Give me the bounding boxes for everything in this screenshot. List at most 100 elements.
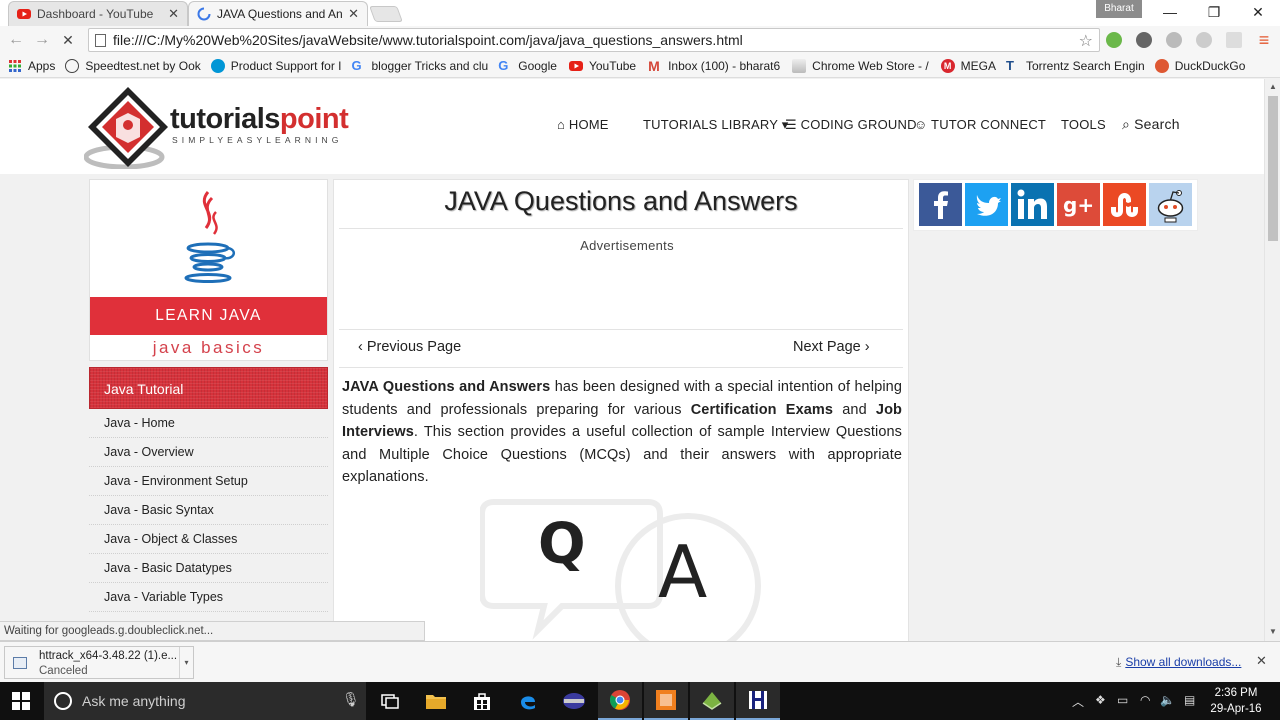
chrome-menu-icon[interactable]: ≡ xyxy=(1254,30,1274,50)
bookmark-label: Google xyxy=(518,58,557,73)
bookmark-speedtest[interactable]: Speedtest.net by Ook xyxy=(65,58,201,73)
green-app-icon[interactable] xyxy=(690,682,734,720)
java-banner[interactable]: LEARN JAVA PROGRAMMING java basics xyxy=(89,179,328,362)
sidebar-item-java-overview[interactable]: Java - Overview xyxy=(89,438,328,467)
bookmark-duckduckgo[interactable]: DuckDuckGo xyxy=(1154,58,1246,73)
google-g-icon: G xyxy=(498,57,509,73)
site-logo-text[interactable]: tutorialspoint xyxy=(170,103,349,136)
task-view-icon[interactable] xyxy=(368,682,412,720)
stumbleupon-icon[interactable] xyxy=(1103,183,1146,226)
bookmark-apps[interactable]: Apps xyxy=(8,59,55,73)
action-center-icon[interactable]: ▤ xyxy=(1184,693,1195,707)
taskbar-clock[interactable]: 2:36 PM 29-Apr-16 xyxy=(1204,685,1268,717)
facebook-icon[interactable] xyxy=(919,183,962,226)
nav-tutor-connect[interactable]: ☺ TUTOR CONNECT xyxy=(914,117,1046,132)
google-plus-icon[interactable]: g+ xyxy=(1057,183,1100,226)
bookmark-youtube[interactable]: YouTube xyxy=(568,58,637,73)
sidebar-item-basic-syntax[interactable]: Java - Basic Syntax xyxy=(89,496,328,525)
reddit-icon[interactable] xyxy=(1149,183,1192,226)
previous-page-link[interactable]: ‹ Previous Page xyxy=(358,339,461,355)
scroll-down-arrow-icon[interactable]: ▼ xyxy=(1269,627,1277,636)
extension-icon[interactable] xyxy=(1226,32,1242,48)
close-shelf-icon[interactable]: ✕ xyxy=(1256,653,1267,669)
close-window-button[interactable]: ✕ xyxy=(1236,0,1280,24)
twitter-icon[interactable] xyxy=(965,183,1008,226)
bookmark-star-icon[interactable]: ☆ xyxy=(1079,31,1093,51)
bookmark-chrome-store[interactable]: Chrome Web Store - / xyxy=(792,58,929,73)
dark-app-icon[interactable] xyxy=(736,682,780,720)
mega-icon: M xyxy=(940,58,955,73)
sidebar-item-object-classes[interactable]: Java - Object & Classes xyxy=(89,525,328,554)
sidebar-item-java-home[interactable]: Java - Home xyxy=(89,409,328,438)
volume-icon[interactable]: 🔈 xyxy=(1160,693,1175,707)
bookmark-label: Apps xyxy=(28,58,56,73)
nav-search[interactable]: ⌕ Search xyxy=(1122,116,1180,133)
scroll-up-arrow-icon[interactable]: ▲ xyxy=(1269,82,1277,91)
battery-icon[interactable]: ▭ xyxy=(1117,693,1128,707)
page-scrollbar[interactable]: ▲ ▼ xyxy=(1264,79,1280,641)
edge-icon[interactable] xyxy=(506,682,550,720)
chrome-icon[interactable] xyxy=(598,682,642,720)
nav-coding-ground[interactable]: ☰ CODING GROUND xyxy=(785,117,917,133)
nav-tools[interactable]: TOOLS xyxy=(1061,117,1106,132)
tab-java-qa[interactable]: JAVA Questions and Answ ✕ xyxy=(188,1,368,26)
page-title: JAVA Questions and Answers xyxy=(444,186,798,216)
nav-tutorials-library[interactable]: TUTORIALS LIBRARY ▾ xyxy=(643,117,788,133)
qa-illustration: Q A xyxy=(480,498,770,641)
qa-letter-q: Q xyxy=(538,512,586,577)
m-extension-icon[interactable] xyxy=(1136,32,1152,48)
show-hidden-icons-chevron-icon[interactable]: ︿ xyxy=(1072,693,1084,710)
bookmark-mega[interactable]: M MEGA xyxy=(940,58,996,73)
back-button[interactable]: ← xyxy=(6,30,26,50)
sidebar-item-basic-datatypes[interactable]: Java - Basic Datatypes xyxy=(89,554,328,583)
dropbox-tray-icon[interactable]: ❖ xyxy=(1095,693,1106,707)
bookmark-label: Product Support for I xyxy=(230,58,342,73)
extension-icon[interactable] xyxy=(1166,32,1182,48)
tab-youtube-dashboard[interactable]: Dashboard - YouTube ✕ xyxy=(8,1,188,26)
wifi-icon[interactable]: ◠ xyxy=(1140,693,1150,707)
linkedin-icon[interactable] xyxy=(1011,183,1054,226)
media-app-icon[interactable] xyxy=(552,682,596,720)
chrome-store-icon xyxy=(792,58,807,73)
banner-red-text: LEARN JAVA PROGRAMMING xyxy=(90,297,327,362)
bookmark-torrentz[interactable]: T Torrentz Search Engin xyxy=(1006,58,1145,73)
bookmark-inbox[interactable]: M Inbox (100) - bharat6 xyxy=(648,59,780,73)
download-status: Canceled xyxy=(39,665,88,677)
orange-app-icon[interactable] xyxy=(644,682,688,720)
bookmark-blogger[interactable]: G blogger Tricks and clu xyxy=(352,58,489,73)
next-page-link[interactable]: Next Page › xyxy=(793,339,870,355)
logo-text-dark: tutorials xyxy=(170,103,280,135)
tab-close-icon[interactable]: ✕ xyxy=(348,6,359,22)
tab-close-icon[interactable]: ✕ xyxy=(168,6,179,22)
banner-sub-text: java basics xyxy=(152,338,265,357)
nav-home[interactable]: ⌂ HOME xyxy=(557,117,609,132)
bookmark-label: DuckDuckGo xyxy=(1174,58,1246,73)
windows-taskbar: Ask me anything 🎙 ︿ ❖ ▭ ◠ 🔈 ▤ 2:36 PM 29… xyxy=(0,682,1280,720)
download-item[interactable]: httrack_x64-3.48.22 (1).e... Canceled ▾ xyxy=(4,646,194,679)
file-explorer-icon[interactable] xyxy=(414,682,458,720)
extension-icon[interactable] xyxy=(1196,32,1212,48)
windows-start-icon[interactable] xyxy=(12,692,30,710)
new-tab-button[interactable] xyxy=(369,6,403,22)
minimize-button[interactable]: — xyxy=(1148,0,1192,24)
sidebar-item-environment-setup[interactable]: Java - Environment Setup xyxy=(89,467,328,496)
bookmark-label: YouTube xyxy=(588,58,637,73)
profile-button[interactable]: Bharat xyxy=(1096,0,1142,18)
show-all-label: Show all downloads... xyxy=(1125,655,1242,669)
download-menu-chevron-icon[interactable]: ▾ xyxy=(179,647,193,678)
stop-loading-button[interactable]: ✕ xyxy=(58,30,78,50)
store-icon[interactable] xyxy=(460,682,504,720)
download-extension-icon[interactable] xyxy=(1106,32,1122,48)
forward-button[interactable]: → xyxy=(32,30,52,50)
tutorialspoint-logo-icon[interactable] xyxy=(84,85,174,169)
microphone-icon[interactable]: 🎙 xyxy=(342,691,360,708)
bookmark-google[interactable]: G Google xyxy=(498,57,557,73)
scrollbar-thumb[interactable] xyxy=(1268,96,1278,241)
address-bar[interactable]: file:///C:/My%20Web%20Sites/javaWebsite/… xyxy=(88,28,1100,52)
sidebar-item-variable-types[interactable]: Java - Variable Types xyxy=(89,583,328,612)
page-icon xyxy=(95,34,106,47)
cortana-search-box[interactable]: Ask me anything 🎙 xyxy=(44,682,366,720)
bookmark-hp-support[interactable]: Product Support for I xyxy=(210,58,342,73)
restore-button[interactable]: ❐ xyxy=(1192,0,1236,24)
show-all-downloads-link[interactable]: ⤓ Show all downloads... xyxy=(1116,655,1241,670)
